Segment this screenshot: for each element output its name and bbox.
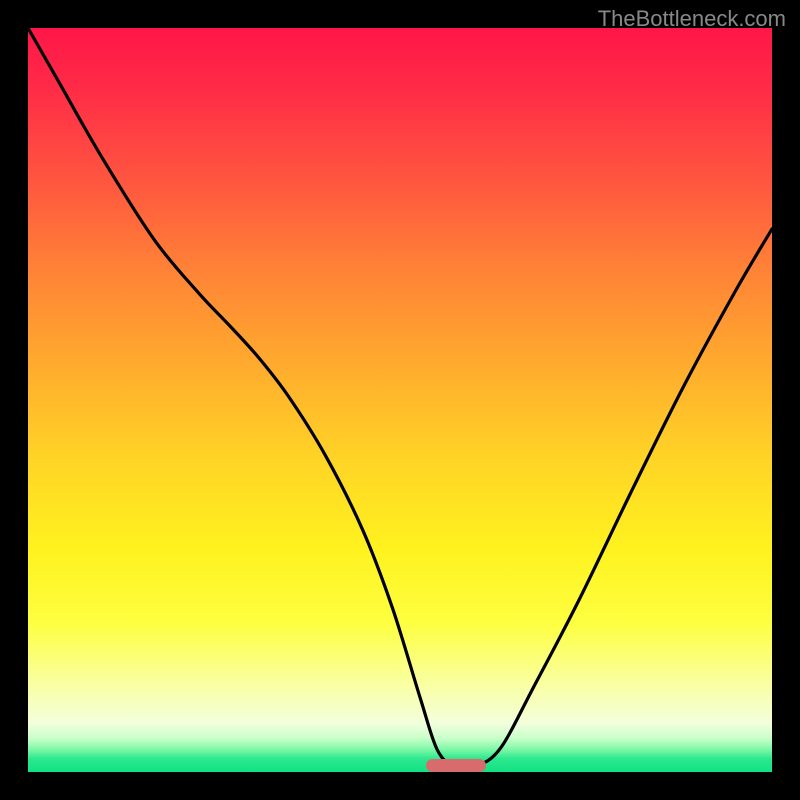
chart-container: TheBottleneck.com [0, 0, 800, 800]
curve-svg [28, 28, 772, 772]
optimal-range-marker [426, 759, 486, 772]
watermark-text: TheBottleneck.com [598, 6, 786, 32]
bottleneck-curve [28, 28, 772, 768]
plot-area [28, 28, 772, 772]
